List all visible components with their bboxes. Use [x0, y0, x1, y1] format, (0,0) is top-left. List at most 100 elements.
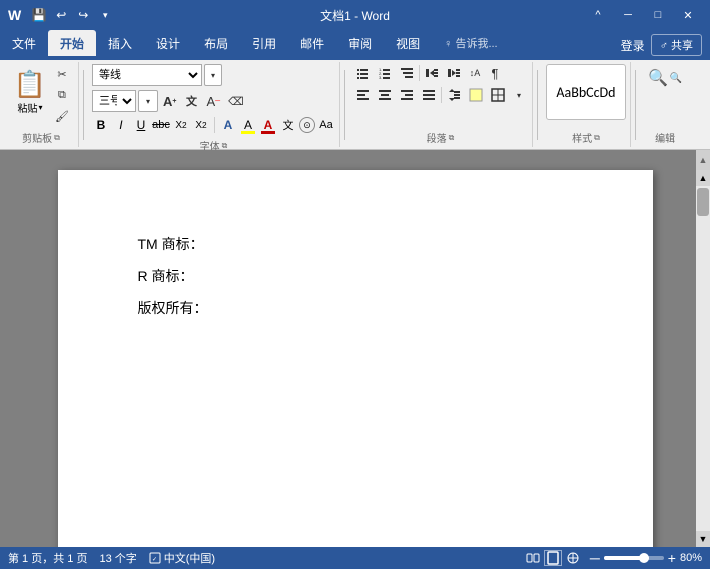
para-divider-1: [419, 65, 420, 81]
font-size-dropdown-icon[interactable]: ▾: [138, 90, 158, 112]
customize-qat-button[interactable]: ▾: [95, 5, 115, 25]
clipboard-expand-icon[interactable]: ⧉: [54, 133, 60, 143]
quick-access-toolbar: 💾 ↩ ↪ ▾: [29, 5, 115, 25]
tab-home[interactable]: 开始: [48, 30, 96, 56]
decrease-indent-button[interactable]: [422, 64, 442, 82]
cut-button[interactable]: ✂: [52, 64, 72, 84]
find-icon: 🔍: [648, 68, 668, 88]
para-divider-2: [441, 87, 442, 103]
scroll-thumb[interactable]: [697, 188, 709, 216]
login-button[interactable]: 登录: [621, 37, 645, 54]
share-button[interactable]: ♂ 共享: [651, 34, 702, 56]
zoom-percentage[interactable]: 80%: [680, 552, 702, 564]
close-button[interactable]: ✕: [674, 5, 702, 25]
paragraph-group: 1.2.3. ↕A ¶: [349, 62, 533, 147]
highlight-button[interactable]: A: [239, 116, 257, 134]
editing-label: 编辑: [644, 128, 686, 145]
zoom-slider-thumb[interactable]: [639, 553, 649, 563]
tab-tell-me[interactable]: ♀ 告诉我...: [432, 30, 509, 56]
paste-button[interactable]: 📋 粘贴 ▾: [10, 64, 50, 120]
justify-button[interactable]: [419, 86, 439, 104]
print-view-button[interactable]: [544, 550, 562, 566]
tab-file[interactable]: 文件: [0, 30, 48, 56]
clipboard-label: 剪贴板 ⧉: [10, 128, 72, 145]
status-bar: 第 1 页，共 1 页 13 个字 ✓ 中文(中国) ─: [0, 547, 710, 569]
show-marks-button[interactable]: ¶: [486, 64, 504, 82]
italic-button[interactable]: I: [112, 116, 130, 134]
align-left-button[interactable]: [353, 86, 373, 104]
borders-button[interactable]: [488, 86, 508, 104]
font-expand-icon[interactable]: ⧉: [222, 141, 228, 151]
doc-scroll[interactable]: TM 商标： R 商标： 版权所有：: [0, 150, 710, 547]
styles-gallery[interactable]: AaBbCcDd: [546, 64, 626, 120]
web-view-button[interactable]: [564, 550, 582, 566]
clear-formatting-button[interactable]: ⌫: [225, 92, 247, 110]
tab-view[interactable]: 视图: [384, 30, 432, 56]
maximize-button[interactable]: □: [644, 5, 672, 25]
enclosed-char-button[interactable]: ⊙: [299, 117, 315, 133]
find-button[interactable]: 🔍 🔍: [644, 64, 686, 92]
font-name-select[interactable]: 等线: [92, 64, 202, 86]
increase-indent-button[interactable]: [444, 64, 464, 82]
scroll-down-button[interactable]: ▼: [696, 531, 710, 547]
tab-design[interactable]: 设计: [144, 30, 192, 56]
text-effects-button[interactable]: A: [219, 116, 237, 134]
paragraph-label: 段落 ⧉: [353, 128, 528, 145]
collapse-ruler-button[interactable]: ▲: [696, 150, 710, 170]
content-area: ▲ TM 商标： R 商标： 版权所有： ▲ ▼: [0, 150, 710, 547]
numbering-button[interactable]: 1.2.3.: [375, 64, 395, 82]
title-bar-left: W 💾 ↩ ↪ ▾: [8, 5, 115, 25]
sort-button[interactable]: ↕A: [466, 64, 484, 82]
bullets-button[interactable]: [353, 64, 373, 82]
superscript-button[interactable]: X2: [192, 116, 210, 134]
zoom-out-button[interactable]: ─: [590, 550, 600, 566]
paragraph-content: 1.2.3. ↕A ¶: [353, 64, 528, 128]
paste-dropdown-icon[interactable]: ▾: [38, 103, 42, 112]
tab-layout[interactable]: 布局: [192, 30, 240, 56]
align-right-button[interactable]: [397, 86, 417, 104]
copy-button[interactable]: ⧉: [52, 85, 72, 105]
increase-font-size-button[interactable]: A+: [160, 92, 179, 110]
line-spacing-button[interactable]: [444, 86, 464, 104]
strikethrough-button[interactable]: abc: [152, 116, 170, 134]
phonetic-guide-button[interactable]: 文: [279, 116, 297, 134]
styles-expand-icon[interactable]: ⧉: [594, 133, 600, 143]
multilevel-list-button[interactable]: [397, 64, 417, 82]
undo-button[interactable]: ↩: [51, 5, 71, 25]
redo-button[interactable]: ↪: [73, 5, 93, 25]
scroll-up-button[interactable]: ▲: [696, 170, 710, 186]
collapse-ribbon-button[interactable]: ^: [584, 5, 612, 25]
font-size-display: 文: [181, 92, 201, 110]
vertical-scrollbar[interactable]: ▲ ▼: [696, 170, 710, 547]
format-painter-button[interactable]: 🖌: [52, 106, 72, 126]
ribbon-content: 📋 粘贴 ▾ ✂ ⧉ 🖌 剪贴板 ⧉: [0, 60, 710, 150]
underline-button[interactable]: U: [132, 116, 150, 134]
minimize-button[interactable]: ─: [614, 5, 642, 25]
document-check-icon: ✓: [149, 552, 161, 564]
tab-insert[interactable]: 插入: [96, 30, 144, 56]
status-right: ─ + 80%: [524, 550, 702, 566]
clipboard-right: ✂ ⧉ 🖌: [52, 64, 72, 126]
zoom-in-button[interactable]: +: [668, 550, 676, 566]
font-color-button[interactable]: A: [259, 116, 277, 134]
decrease-font-size-button[interactable]: A─: [203, 92, 223, 110]
styles-group: AaBbCcDd 样式 ⧉: [542, 62, 631, 147]
shading-button[interactable]: [466, 86, 486, 104]
tab-review[interactable]: 审阅: [336, 30, 384, 56]
zoom-slider-track[interactable]: [604, 556, 664, 560]
paragraph-expand-icon[interactable]: ⧉: [449, 133, 455, 143]
align-center-button[interactable]: [375, 86, 395, 104]
tab-references[interactable]: 引用: [240, 30, 288, 56]
tab-mailings[interactable]: 邮件: [288, 30, 336, 56]
change-case-button[interactable]: Aa: [317, 116, 335, 134]
save-button[interactable]: 💾: [29, 5, 49, 25]
font-name-dropdown-icon[interactable]: ▾: [204, 64, 222, 86]
borders-dropdown-icon[interactable]: ▾: [510, 86, 528, 104]
subscript-button[interactable]: X2: [172, 116, 190, 134]
font-size-select[interactable]: 三号: [92, 90, 136, 112]
bold-button[interactable]: B: [92, 116, 110, 134]
styles-content: AaBbCcDd: [546, 64, 626, 128]
read-view-button[interactable]: [524, 550, 542, 566]
para-row-1: 1.2.3. ↕A ¶: [353, 64, 504, 82]
doc-line-1: TM 商标：: [138, 230, 573, 258]
